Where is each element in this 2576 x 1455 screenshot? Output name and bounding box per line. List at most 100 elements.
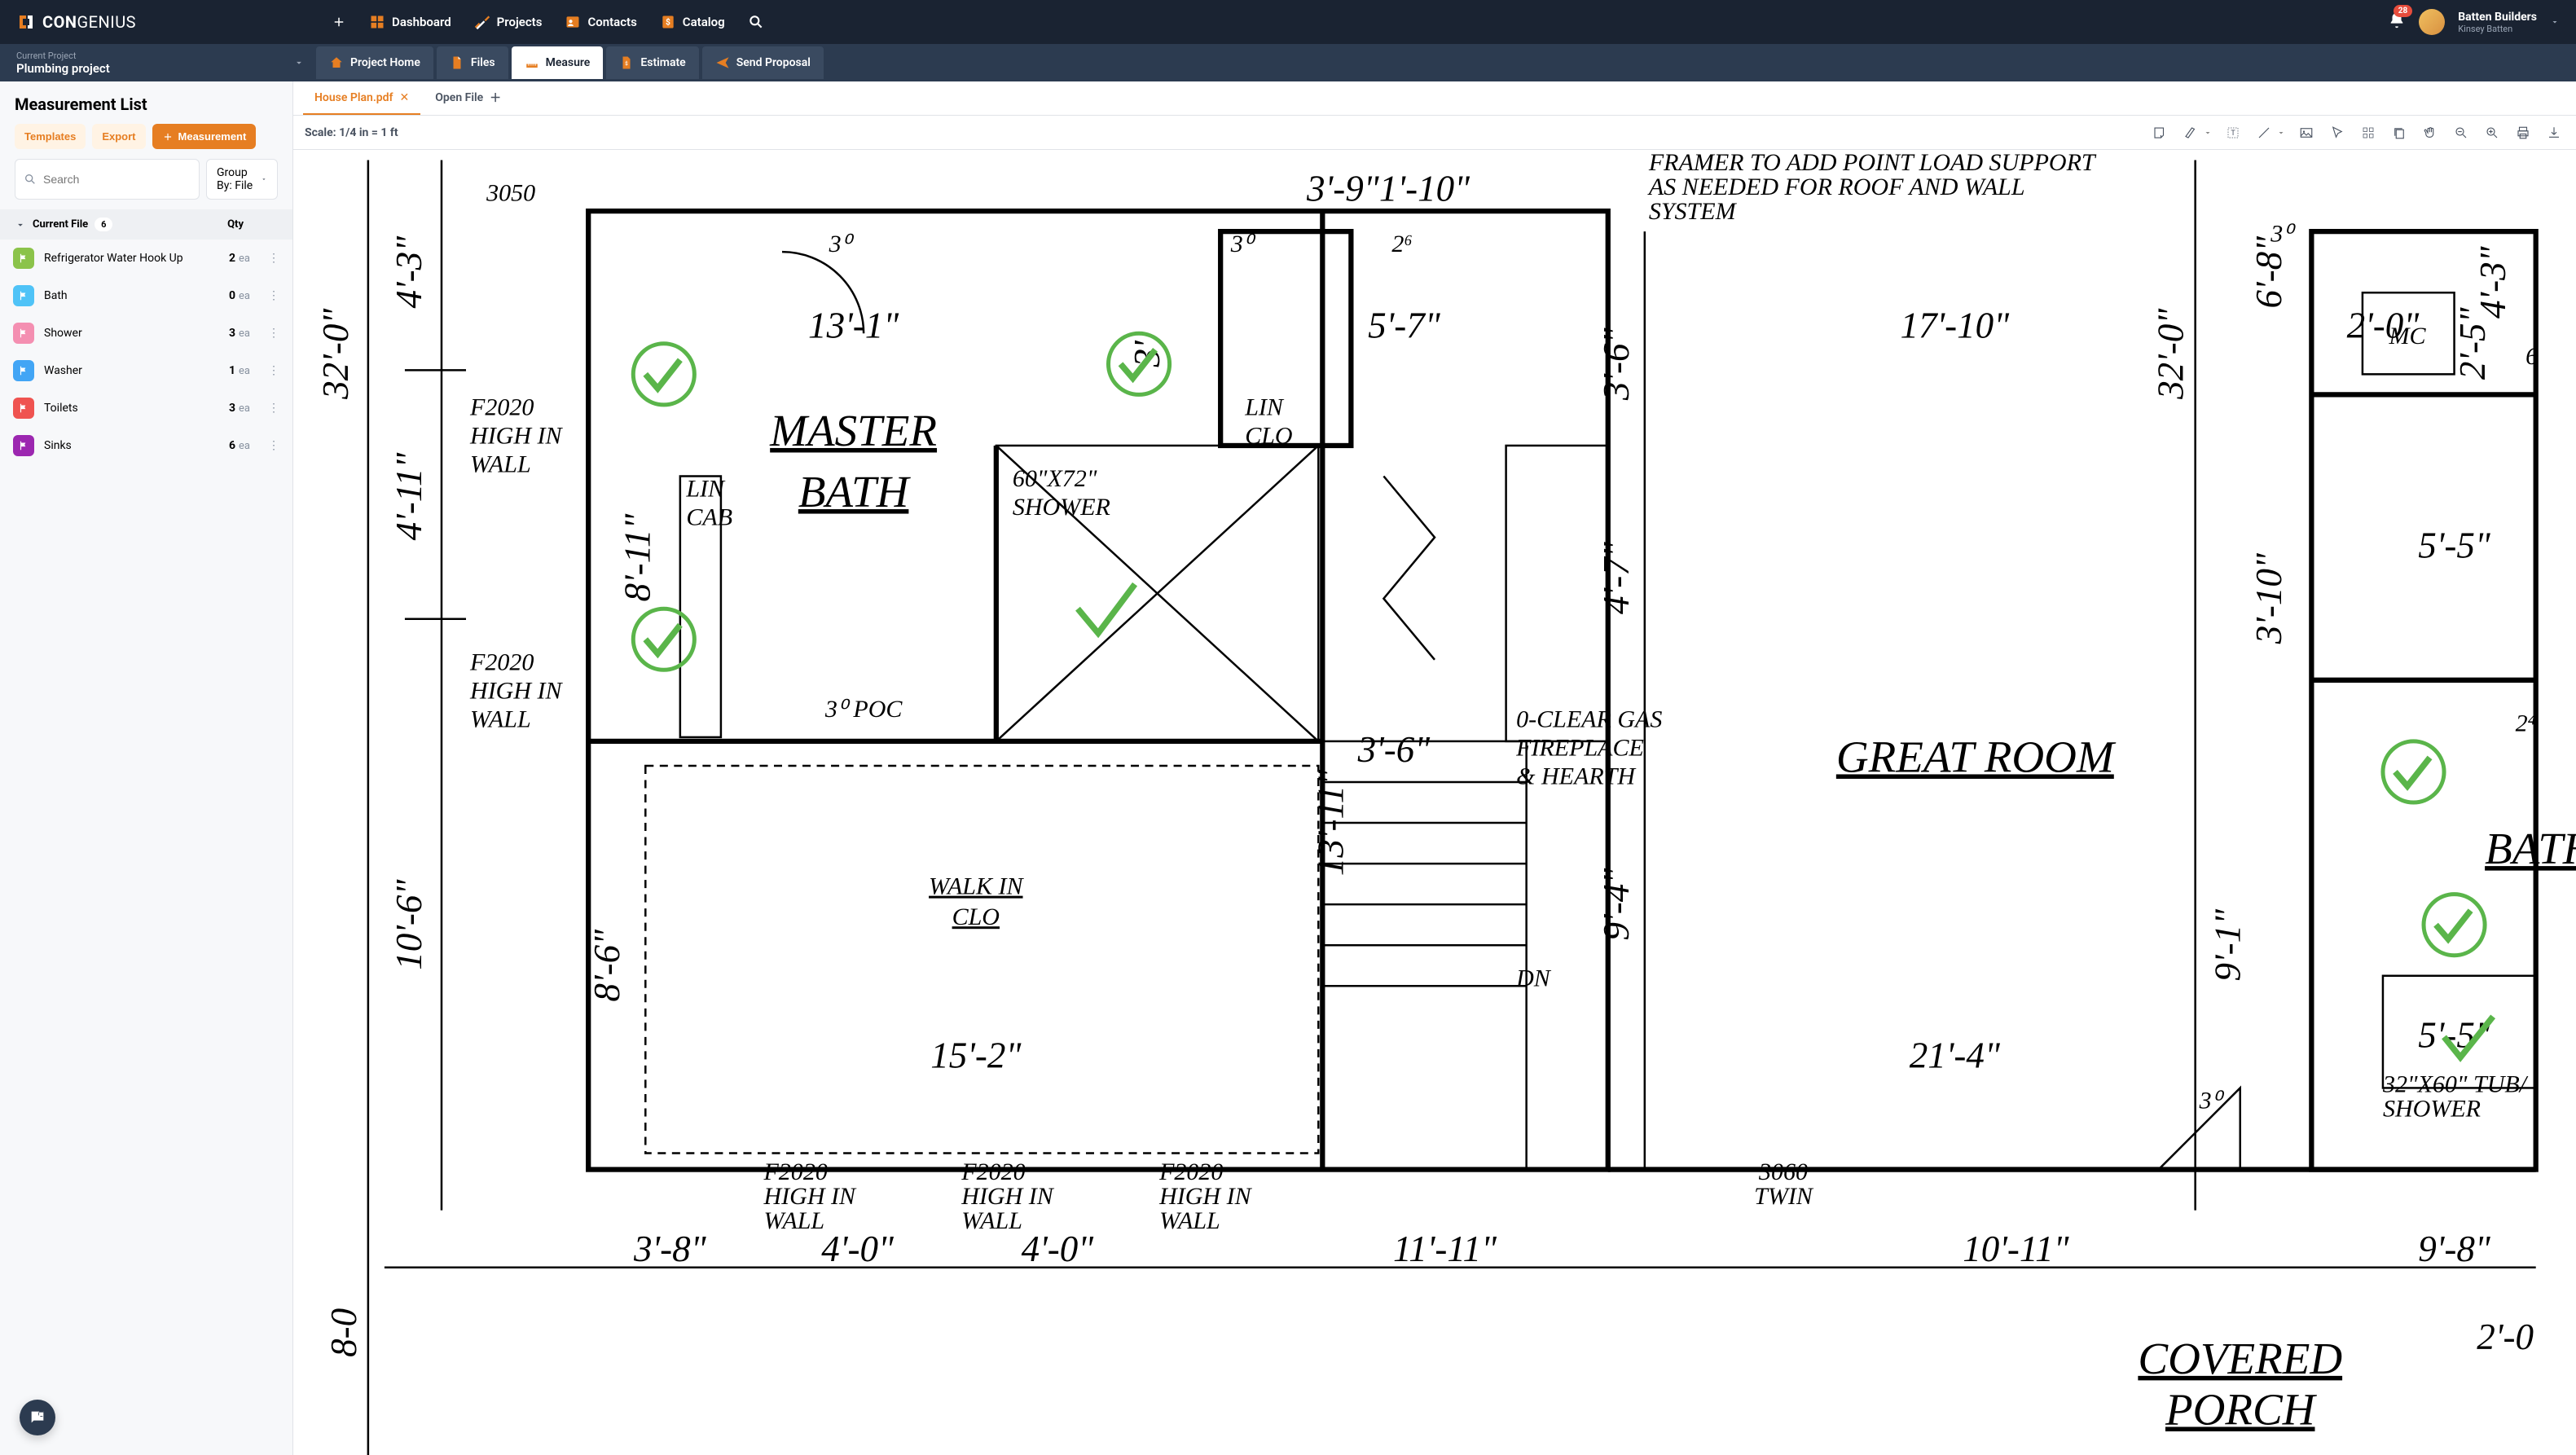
zoom-in-icon[interactable] [2481, 122, 2503, 143]
search-box[interactable] [15, 159, 200, 200]
svg-text:17'-10": 17'-10" [1900, 305, 2010, 345]
file-tab-open[interactable]: Open File ＋ [424, 81, 512, 115]
svg-text:4'-0": 4'-0" [1022, 1229, 1095, 1269]
svg-text:13'-1": 13'-1" [808, 305, 899, 345]
svg-text:15'-2": 15'-2" [930, 1035, 1022, 1075]
row-menu-icon[interactable]: ⋮ [265, 327, 283, 340]
row-menu-icon[interactable]: ⋮ [265, 289, 283, 302]
tab-measure[interactable]: Measure [512, 46, 604, 79]
nav-dashboard-label: Dashboard [392, 15, 451, 29]
groupby-label: Group By: File [217, 166, 256, 192]
add-measurement-button[interactable]: Measurement [152, 124, 257, 149]
chat-fab[interactable] [20, 1400, 55, 1435]
scale-label[interactable]: Scale: 1/4 in = 1 ft [305, 126, 398, 139]
grid-tool-icon[interactable] [2358, 122, 2379, 143]
row-menu-icon[interactable]: ⋮ [265, 364, 283, 377]
avatar[interactable] [2419, 9, 2445, 35]
zoom-out-icon[interactable] [2451, 122, 2472, 143]
file-tab-active[interactable]: House Plan.pdf ✕ [303, 81, 420, 115]
notifications[interactable]: 28 [2388, 11, 2406, 33]
note-tool-icon[interactable] [2149, 122, 2170, 143]
svg-text:BATH2: BATH2 [2485, 824, 2576, 873]
svg-text:F2020: F2020 [961, 1158, 1025, 1185]
svg-text:32'-0": 32'-0" [315, 308, 356, 400]
image-tool-icon[interactable] [2296, 122, 2317, 143]
svg-text:HIGH IN: HIGH IN [1158, 1183, 1253, 1210]
list-body: Refrigerator Water Hook Up2ea⋮Bath0ea⋮Sh… [0, 240, 292, 1455]
nav-add[interactable] [332, 15, 346, 29]
svg-text:2'-0": 2'-0" [2347, 305, 2420, 345]
plus-icon [162, 131, 174, 143]
tab-send-proposal[interactable]: Send Proposal [702, 46, 824, 79]
file-tab-open-label: Open File [435, 91, 483, 104]
export-button[interactable]: Export [92, 124, 145, 149]
svg-text:F2020: F2020 [763, 1158, 827, 1185]
svg-text:HIGH IN: HIGH IN [469, 422, 564, 449]
templates-button[interactable]: Templates [15, 124, 86, 149]
svg-text:HIGH IN: HIGH IN [469, 677, 564, 704]
account-chevron-down-icon[interactable] [2550, 17, 2560, 27]
chevron-down-icon[interactable] [2276, 128, 2286, 138]
hand-tool-icon[interactable] [2420, 122, 2441, 143]
print-icon[interactable] [2512, 122, 2534, 143]
measurement-unit: ea [239, 402, 250, 415]
sidebar-title: Measurement List [0, 81, 292, 124]
account-block[interactable]: Batten Builders Kinsey Batten [2458, 11, 2537, 34]
canvas-area: House Plan.pdf ✕ Open File ＋ Scale: 1/4 … [293, 81, 2576, 1455]
cursor-tool-icon[interactable] [2327, 122, 2348, 143]
file-tab-close-icon[interactable]: ✕ [400, 91, 410, 104]
svg-text:2'-0: 2'-0 [2477, 1317, 2534, 1357]
chevron-down-icon[interactable] [2203, 128, 2213, 138]
measurement-row[interactable]: Sinks6ea⋮ [0, 427, 292, 464]
estimate-icon: $ [619, 55, 634, 70]
file-icon [450, 55, 464, 70]
svg-text:T: T [2231, 130, 2235, 138]
drawing-canvas[interactable]: 32'-0" 4'-3" 4'-11" 10'-6" 3050 F2020 HI… [293, 150, 2576, 1455]
measurement-unit: ea [239, 440, 250, 452]
measurement-row[interactable]: Refrigerator Water Hook Up2ea⋮ [0, 240, 292, 277]
svg-text:AS NEEDED FOR ROOF AND WALL: AS NEEDED FOR ROOF AND WALL [1647, 174, 2025, 200]
svg-text:BATH: BATH [798, 467, 912, 517]
measurement-qty: 6 [229, 439, 235, 452]
row-menu-icon[interactable]: ⋮ [265, 402, 283, 415]
copy-tool-icon[interactable] [2389, 122, 2410, 143]
nav-search[interactable] [748, 14, 764, 30]
file-tabs: House Plan.pdf ✕ Open File ＋ [293, 81, 2576, 116]
svg-text:CLO: CLO [1245, 422, 1292, 449]
groupby-selector[interactable]: Group By: File [206, 159, 278, 200]
tab-project-home[interactable]: Project Home [316, 46, 433, 79]
list-header-label: Current File [33, 218, 88, 231]
measurement-row[interactable]: Toilets3ea⋮ [0, 389, 292, 427]
measurement-qty: 0 [229, 289, 235, 302]
row-menu-icon[interactable]: ⋮ [265, 439, 283, 452]
nav-dashboard[interactable]: Dashboard [369, 14, 451, 30]
svg-text:WALL: WALL [961, 1207, 1022, 1234]
list-header[interactable]: Current File 6 Qty [0, 209, 292, 240]
project-selector-label: Current Project [16, 51, 280, 61]
list-header-count: 6 [95, 218, 112, 231]
nav-contacts[interactable]: Contacts [565, 14, 636, 30]
measurement-row[interactable]: Washer1ea⋮ [0, 352, 292, 389]
download-icon[interactable] [2543, 122, 2565, 143]
catalog-icon: $ [660, 14, 676, 30]
row-menu-icon[interactable]: ⋮ [265, 252, 283, 265]
svg-text:3⁰ POC: 3⁰ POC [824, 696, 903, 723]
text-tool-icon[interactable]: T [2222, 122, 2244, 143]
tab-send-label: Send Proposal [736, 56, 811, 69]
measurement-row[interactable]: Bath0ea⋮ [0, 277, 292, 314]
line-tool-icon[interactable] [2253, 122, 2275, 143]
tab-estimate-label: Estimate [640, 56, 685, 69]
measurement-qty: 3 [229, 402, 235, 415]
nav-projects[interactable]: Projects [474, 14, 543, 30]
svg-text:LIN: LIN [1244, 393, 1285, 420]
highlight-tool-icon[interactable] [2180, 122, 2201, 143]
nav-catalog[interactable]: $ Catalog [660, 14, 725, 30]
svg-text:3'-6": 3'-6" [1357, 729, 1431, 770]
brand-logo[interactable]: CONGENIUS [16, 12, 136, 32]
project-selector[interactable]: Current Project Plumbing project [11, 47, 313, 79]
svg-text:11'-11": 11'-11" [1393, 1229, 1497, 1269]
tab-estimate[interactable]: $ Estimate [606, 46, 698, 79]
tab-files[interactable]: Files [437, 46, 508, 79]
search-input[interactable] [43, 173, 191, 186]
measurement-row[interactable]: Shower3ea⋮ [0, 314, 292, 352]
